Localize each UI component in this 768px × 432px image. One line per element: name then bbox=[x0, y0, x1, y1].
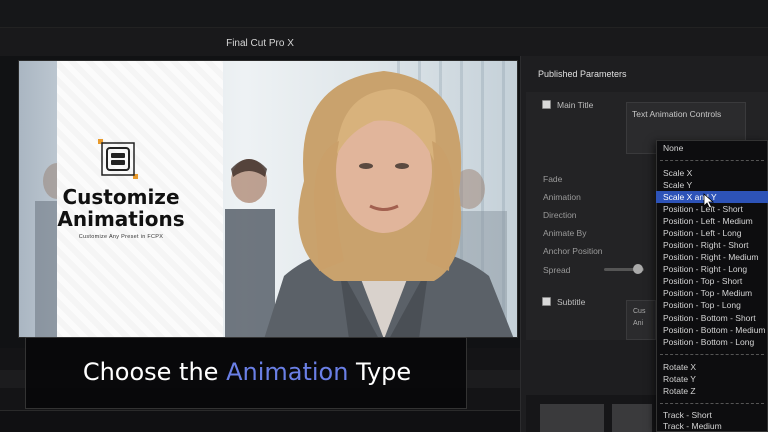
menu-item-position-top-long[interactable]: Position - Top - Long bbox=[656, 299, 768, 311]
menu-item-position-right-medium[interactable]: Position - Right - Medium bbox=[656, 251, 768, 263]
menu-item-rotate-z[interactable]: Rotate Z bbox=[656, 385, 768, 397]
subtitle-label: Subtitle bbox=[557, 297, 586, 307]
caption-highlight: Animation bbox=[226, 358, 349, 386]
main-title-checkbox[interactable] bbox=[542, 100, 551, 109]
menu-item-rotate-y[interactable]: Rotate Y bbox=[656, 373, 768, 385]
menu-item-position-bottom-short[interactable]: Position - Bottom - Short bbox=[656, 312, 768, 324]
thumbnail[interactable] bbox=[612, 404, 652, 432]
timeline-ruler[interactable] bbox=[0, 410, 520, 432]
menu-separator bbox=[660, 354, 764, 355]
param-spread: Spread bbox=[543, 265, 571, 275]
menu-item-none[interactable]: None bbox=[656, 142, 768, 154]
thumbnail[interactable] bbox=[540, 404, 604, 432]
param-direction: Direction bbox=[543, 210, 577, 220]
menu-item-scale-x[interactable]: Scale X bbox=[656, 167, 768, 179]
param-fade: Fade bbox=[543, 174, 563, 184]
menu-item-position-top-medium[interactable]: Position - Top - Medium bbox=[656, 287, 768, 299]
card-subtitle: Customize Any Preset in FCPX bbox=[78, 234, 164, 240]
woman-figure bbox=[264, 71, 514, 337]
inspector-header: Published Parameters bbox=[538, 69, 627, 79]
param-animate-by: Animate By bbox=[543, 228, 587, 238]
caption-overlay: Choose the Animation Type bbox=[25, 337, 467, 409]
menu-item-scale-y[interactable]: Scale Y bbox=[656, 179, 768, 191]
menu-item-position-bottom-long[interactable]: Position - Bottom - Long bbox=[656, 336, 768, 348]
subtitle-checkbox[interactable] bbox=[542, 297, 551, 306]
menu-bar bbox=[0, 0, 768, 28]
menu-item-position-bottom-medium[interactable]: Position - Bottom - Medium bbox=[656, 324, 768, 336]
menu-separator bbox=[660, 403, 764, 404]
mouse-pointer-icon bbox=[703, 193, 715, 209]
spread-slider-knob[interactable] bbox=[633, 264, 643, 274]
text-animation-controls-label: Text Animation Controls bbox=[632, 109, 722, 119]
card-title: Customize Animations bbox=[57, 185, 185, 231]
caption-text: Choose the Animation Type bbox=[82, 358, 412, 386]
menu-item-position-left-long[interactable]: Position - Left - Long bbox=[656, 227, 768, 239]
menu-item-position-right-long[interactable]: Position - Right - Long bbox=[656, 263, 768, 275]
param-animation: Animation bbox=[543, 192, 581, 202]
menu-item-position-left-medium[interactable]: Position - Left - Medium bbox=[656, 215, 768, 227]
menu-item-position-top-short[interactable]: Position - Top - Short bbox=[656, 275, 768, 287]
menu-item-rotate-x[interactable]: Rotate X bbox=[656, 361, 768, 373]
film-icon bbox=[98, 139, 138, 179]
subtitle-controls-label: Cus Ani bbox=[633, 308, 646, 327]
menu-separator bbox=[660, 160, 764, 161]
menu-item-position-right-short[interactable]: Position - Right - Short bbox=[656, 239, 768, 251]
menu-item-track-medium[interactable]: Track - Medium bbox=[656, 420, 768, 432]
app-title: Final Cut Pro X bbox=[226, 38, 294, 49]
main-title-label: Main Title bbox=[557, 100, 594, 110]
param-anchor-position: Anchor Position bbox=[543, 246, 603, 256]
